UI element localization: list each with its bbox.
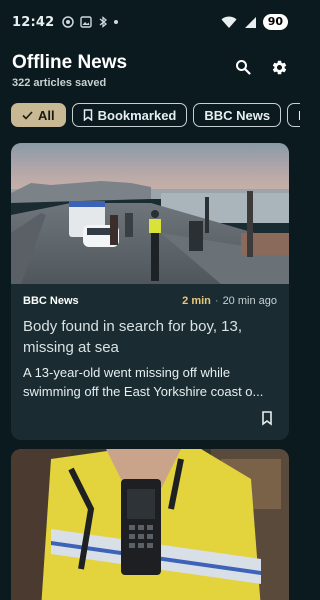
article-summary: A 13-year-old went missing off while swi… — [23, 363, 277, 401]
more-notifications-dot — [114, 20, 119, 24]
app-header: Offline News 322 articles saved — [12, 52, 288, 92]
filter-chips: All Bookmarked BBC News NO — [11, 103, 300, 127]
chip-bookmarked[interactable]: Bookmarked — [71, 103, 188, 127]
chip-all[interactable]: All — [11, 103, 66, 127]
article-meta-right: 2 min · 20 min ago — [182, 295, 277, 307]
chip-more-source[interactable]: NO — [287, 103, 300, 127]
article-body: BBC News 2 min · 20 min ago Body found i… — [11, 284, 289, 401]
article-meta: BBC News 2 min · 20 min ago — [23, 295, 277, 307]
notification-icons — [62, 16, 119, 28]
status-time: 12:42 — [12, 14, 55, 30]
search-icon — [236, 60, 251, 75]
check-icon — [22, 110, 33, 120]
bluetooth-icon — [99, 16, 108, 28]
chip-label: BBC News — [204, 107, 271, 123]
bookmark-button[interactable] — [259, 410, 275, 426]
article-image — [11, 449, 289, 600]
chip-bbc-news[interactable]: BBC News — [193, 103, 282, 127]
article-age: 20 min ago — [222, 295, 277, 307]
gear-icon — [272, 60, 286, 74]
status-bar: 12:42 90 — [0, 0, 300, 44]
settings-button[interactable] — [270, 58, 288, 76]
read-time: 2 min — [182, 295, 211, 307]
article-title: Body found in search for boy, 13, missin… — [23, 318, 243, 356]
saved-count: 322 articles saved — [12, 77, 107, 89]
meta-separator: · — [214, 295, 219, 307]
header-actions — [234, 58, 288, 76]
article-card[interactable]: BBC News 2 min · 20 min ago Body found i… — [11, 143, 289, 440]
signal-icon — [244, 16, 256, 28]
article-image — [11, 143, 289, 284]
summary-line: A 13-year-old went missing off while — [23, 365, 231, 380]
chip-label: Bookmarked — [97, 107, 177, 123]
search-button[interactable] — [234, 58, 252, 76]
wifi-icon — [221, 16, 237, 28]
image-icon — [80, 16, 93, 28]
record-icon — [62, 16, 75, 28]
battery-indicator: 90 — [262, 14, 288, 30]
bookmark-icon — [83, 109, 93, 121]
chip-label: All — [38, 107, 55, 123]
article-card[interactable] — [11, 449, 289, 600]
article-source: BBC News — [23, 295, 79, 307]
bookmark-icon — [262, 411, 272, 426]
summary-line: swimming off the East Yorkshire coast o.… — [23, 384, 264, 399]
chip-label: NO — [298, 108, 300, 123]
